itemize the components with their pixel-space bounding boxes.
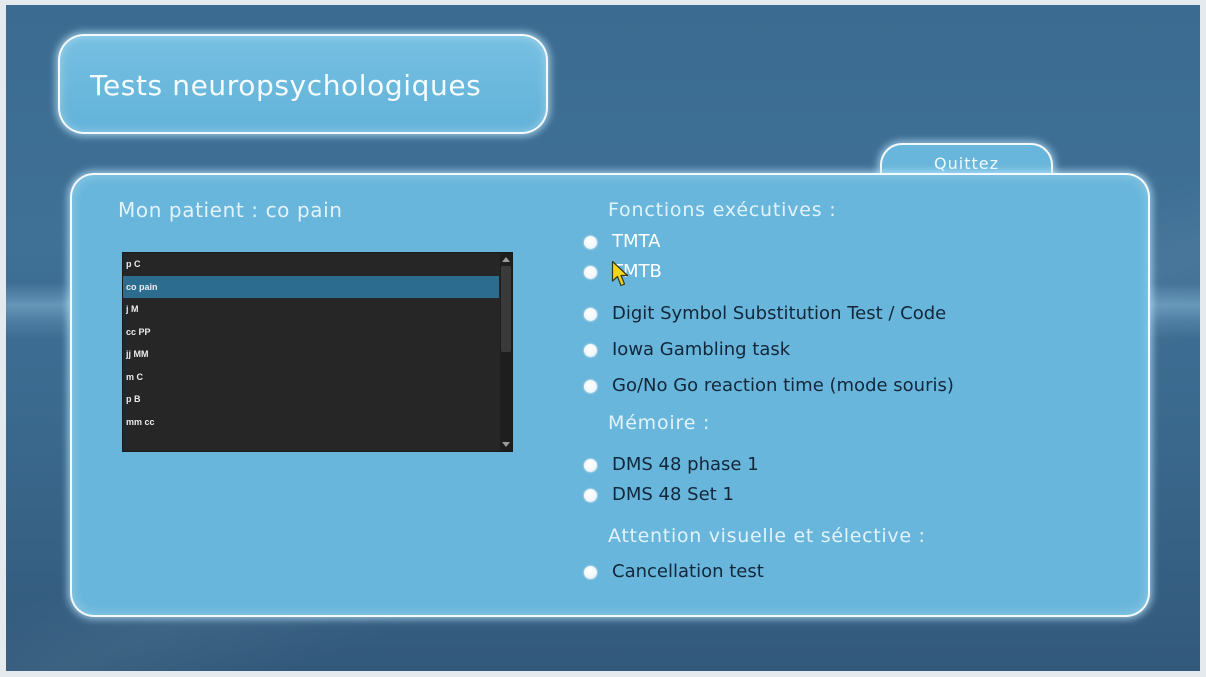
test-item-dms48-set[interactable]: DMS 48 Set 1 — [584, 483, 734, 507]
test-item-label: DMS 48 Set 1 — [612, 484, 734, 505]
test-item-label: Cancellation test — [612, 561, 764, 582]
test-item-label: TMTA — [612, 231, 661, 252]
patient-list-item[interactable]: cc PP — [123, 321, 499, 344]
test-item-tmta[interactable]: TMTA — [584, 230, 660, 254]
title-banner: Tests neuropsychologiques — [58, 34, 548, 134]
test-item-digit-symbol[interactable]: Digit Symbol Substitution Test / Code — [584, 302, 946, 326]
test-item-dms48-phase[interactable]: DMS 48 phase 1 — [584, 453, 759, 477]
radio-bullet-icon[interactable] — [584, 458, 597, 472]
scroll-up-arrow-icon[interactable] — [502, 257, 510, 262]
radio-bullet-icon[interactable] — [584, 488, 597, 502]
scrollbar-thumb[interactable] — [501, 266, 511, 352]
scroll-down-arrow-icon[interactable] — [502, 442, 510, 447]
test-item-label: DMS 48 phase 1 — [612, 454, 759, 475]
test-item-cancellation[interactable]: Cancellation test — [584, 560, 764, 584]
window-frame: Tests neuropsychologiques Quittez Mon pa… — [0, 0, 1206, 677]
current-patient-label: Mon patient : co pain — [118, 198, 343, 222]
patient-label-prefix: Mon patient : — [118, 198, 259, 222]
patient-list-rows: p C co pain j M cc PP jj MM m C p B mm c… — [123, 253, 499, 433]
section-heading-attention: Attention visuelle et sélective : — [608, 525, 926, 547]
quit-button-label: Quittez — [934, 154, 999, 173]
patient-list-item[interactable]: p C — [123, 253, 499, 276]
section-heading-memory: Mémoire : — [608, 412, 711, 434]
test-item-label: Iowa Gambling task — [612, 339, 791, 360]
patient-list-item[interactable]: p B — [123, 388, 499, 411]
listbox-scrollbar[interactable] — [500, 253, 512, 451]
patient-list-item[interactable]: j M — [123, 298, 499, 321]
radio-bullet-icon[interactable] — [584, 235, 597, 249]
mouse-cursor-icon — [611, 260, 629, 287]
current-patient-name: co pain — [265, 198, 343, 222]
test-item-go-no-go[interactable]: Go/No Go reaction time (mode souris) — [584, 374, 954, 398]
test-item-label: Go/No Go reaction time (mode souris) — [612, 375, 954, 396]
section-heading-executive: Fonctions exécutives : — [608, 199, 837, 221]
radio-bullet-icon[interactable] — [584, 565, 597, 579]
patient-list-item[interactable]: jj MM — [123, 343, 499, 366]
patient-list-item[interactable]: mm cc — [123, 411, 499, 434]
test-item-iowa-gambling[interactable]: Iowa Gambling task — [584, 338, 790, 362]
page-title: Tests neuropsychologiques — [90, 69, 482, 102]
main-panel: Mon patient : co pain p C co pain j M cc… — [70, 173, 1150, 617]
radio-bullet-icon[interactable] — [584, 265, 597, 279]
radio-bullet-icon[interactable] — [584, 307, 597, 321]
patient-list-item[interactable]: m C — [123, 366, 499, 389]
radio-bullet-icon[interactable] — [584, 379, 597, 393]
radio-bullet-icon[interactable] — [584, 343, 597, 357]
test-item-label: Digit Symbol Substitution Test / Code — [612, 303, 947, 324]
patient-list-item[interactable]: co pain — [123, 275, 499, 298]
patient-listbox[interactable]: p C co pain j M cc PP jj MM m C p B mm c… — [122, 252, 513, 452]
